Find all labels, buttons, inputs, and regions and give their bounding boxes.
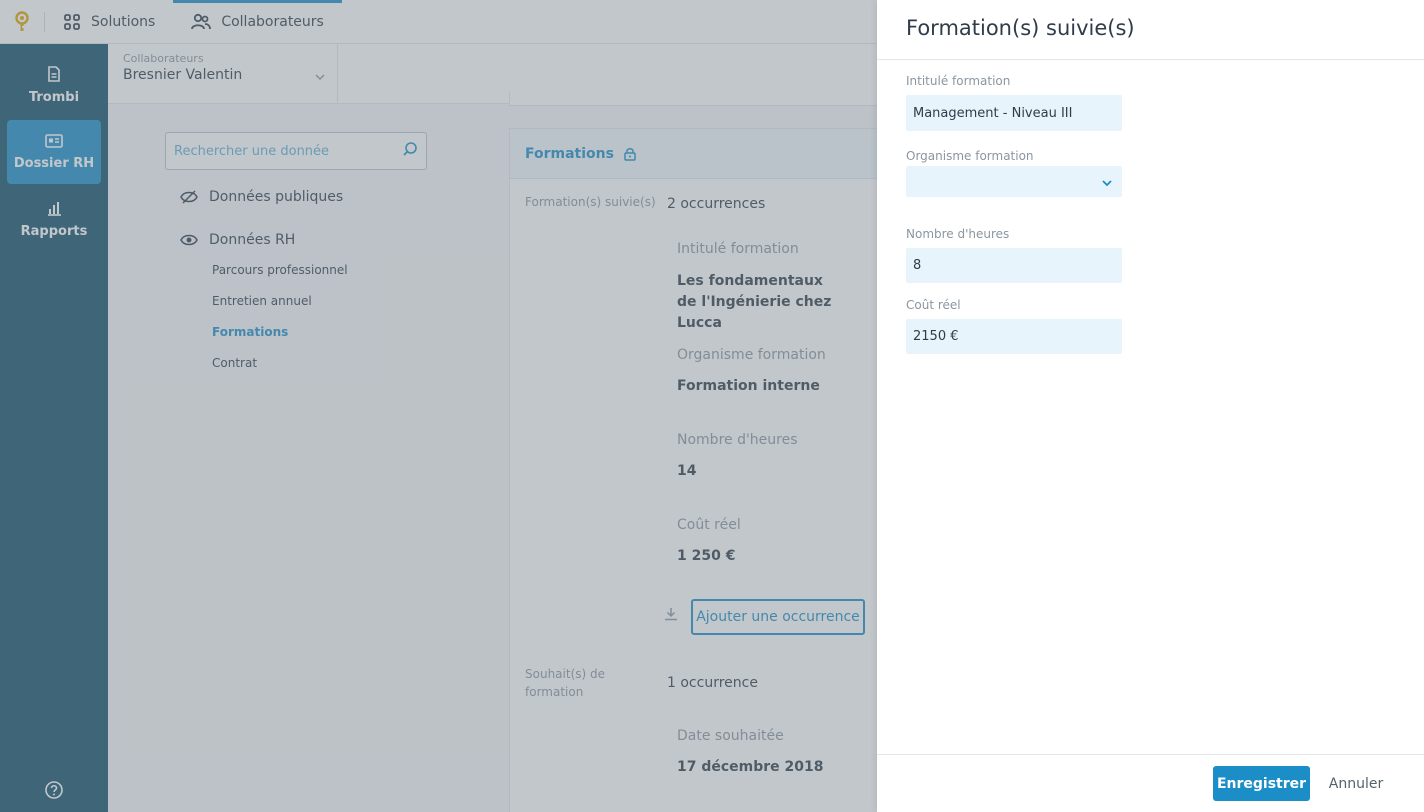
cout-field[interactable]: 2150 € [906,319,1122,354]
heures-field[interactable]: 8 [906,248,1122,283]
intitule-value: Management - Niveau III [913,105,1073,121]
edit-side-panel: Formation(s) suivie(s) Intitulé formatio… [877,0,1424,812]
heures-label: Nombre d'heures [906,227,1010,241]
cancel-button[interactable]: Annuler [1327,766,1385,801]
panel-divider [877,59,1424,60]
chevron-down-icon [1102,176,1112,191]
intitule-label: Intitulé formation [906,74,1011,88]
panel-title: Formation(s) suivie(s) [906,16,1135,40]
heures-value: 8 [913,258,922,273]
modal-backdrop[interactable] [0,0,877,812]
organisme-label: Organisme formation [906,149,1034,163]
intitule-field[interactable]: Management - Niveau III [906,95,1122,131]
organisme-select[interactable] [906,166,1122,197]
save-button[interactable]: Enregistrer [1213,766,1310,801]
cout-value: 2150 € [913,329,959,344]
cout-label: Coût réel [906,298,961,312]
panel-footer-divider [877,754,1424,755]
